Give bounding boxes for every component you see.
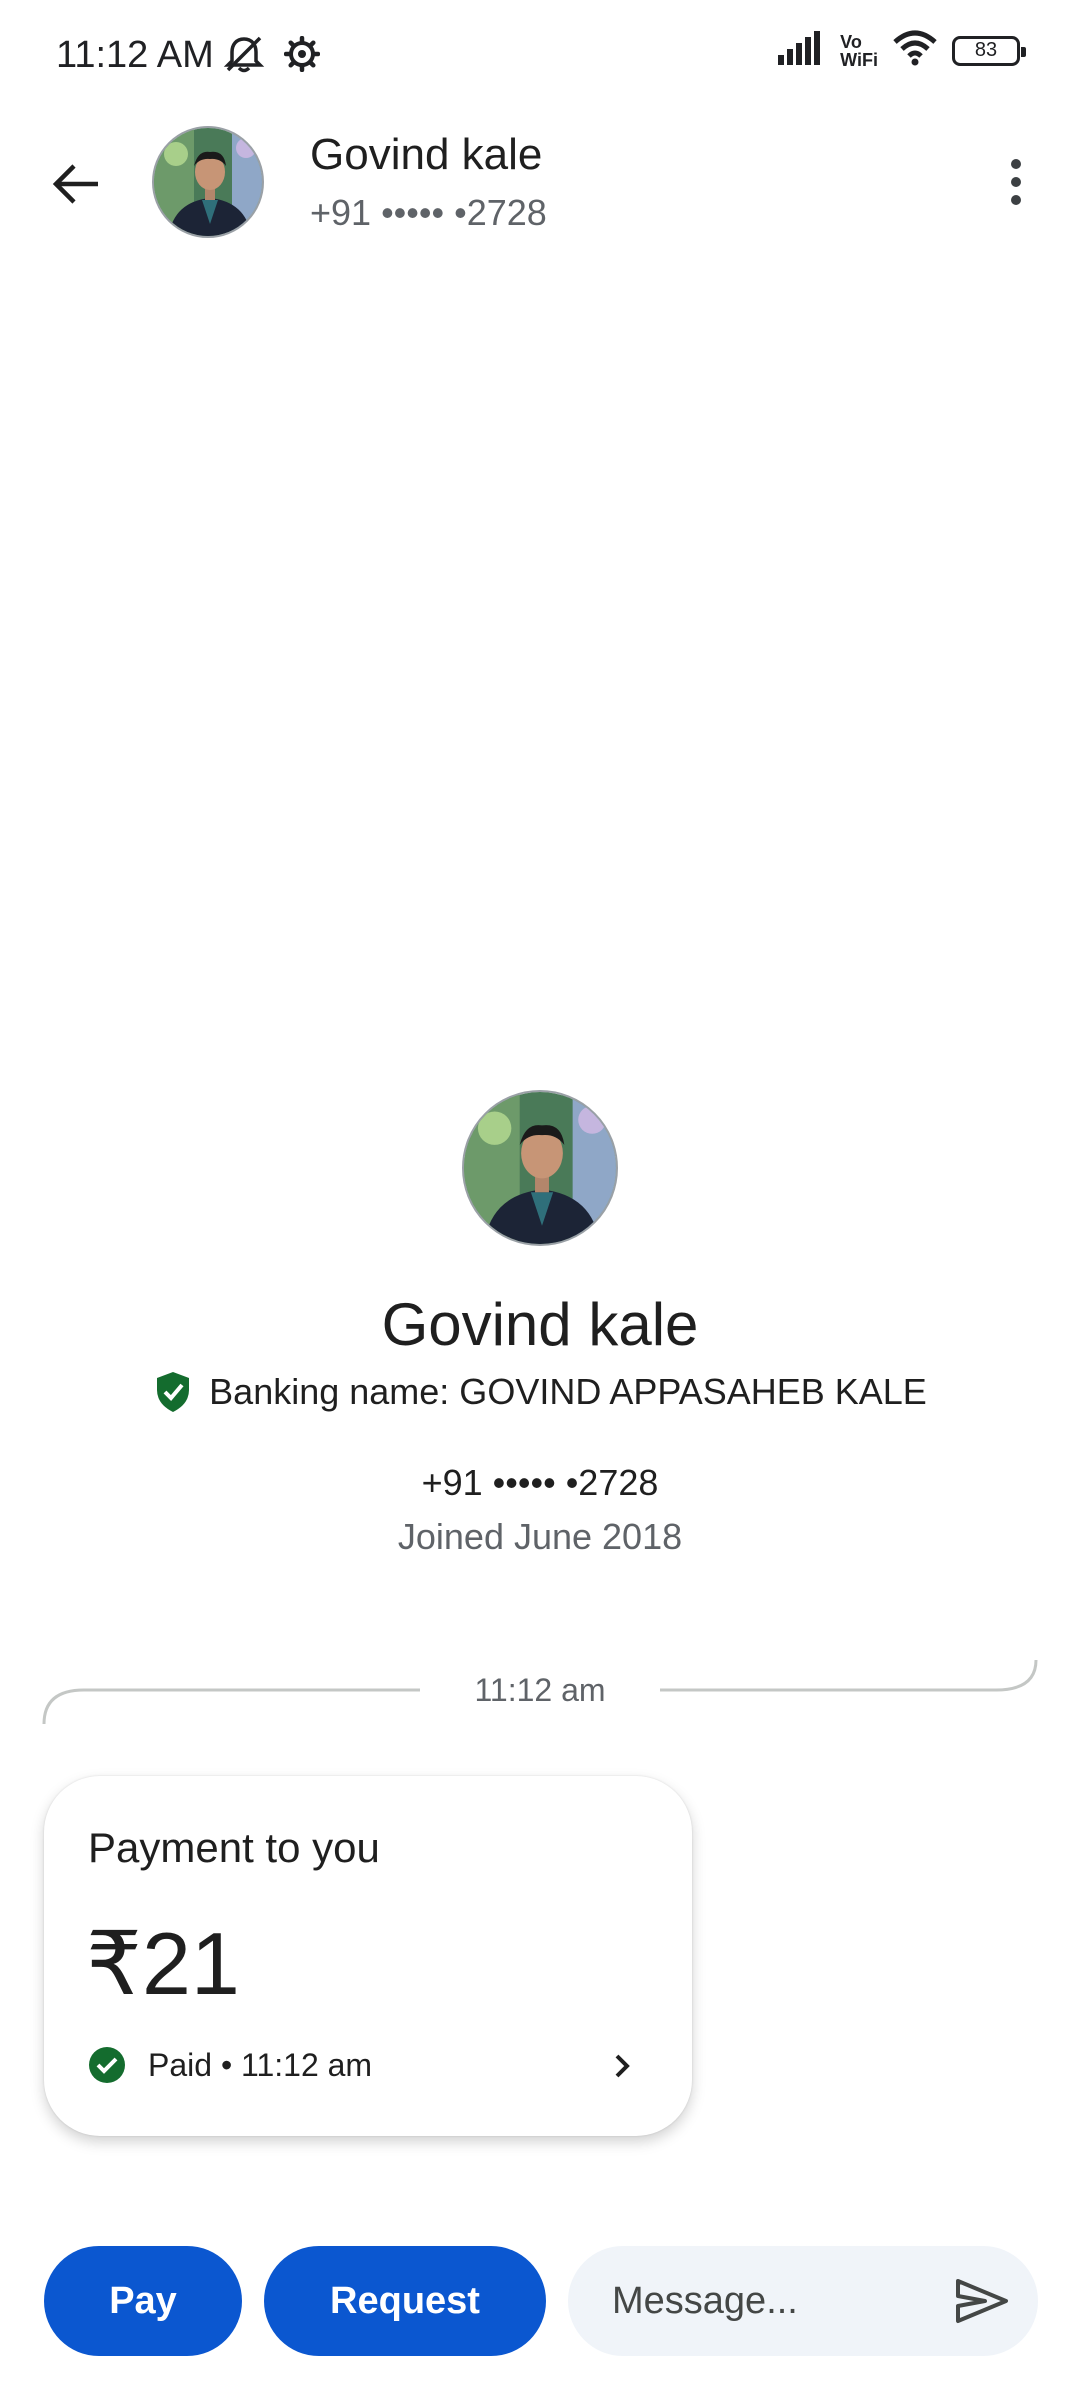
signal-bars-icon xyxy=(776,31,826,70)
payment-card-title: Payment to you xyxy=(88,1824,380,1871)
settings-gear-icon xyxy=(283,35,321,77)
pay-button[interactable]: Pay xyxy=(44,2246,242,2356)
send-button[interactable] xyxy=(954,2273,1010,2329)
payment-card[interactable]: Payment to you ₹21 Paid • 11:12 am xyxy=(44,1776,692,2136)
profile-photo-large xyxy=(464,1092,616,1244)
request-button[interactable]: Request xyxy=(264,2246,546,2356)
divider-time: 11:12 am xyxy=(420,1672,660,1709)
send-icon xyxy=(956,2279,1008,2323)
chevron-right-icon xyxy=(615,2054,630,2078)
chat-screen: 11:12 AM Vo WiFi 83 Govind kale +91 ••••… xyxy=(0,0,1080,2400)
more-vert-icon-dot xyxy=(1011,177,1021,187)
more-vert-icon-dot xyxy=(1011,195,1021,205)
payment-status: Paid • 11:12 am xyxy=(148,2046,373,2083)
message-input[interactable] xyxy=(612,2246,932,2356)
banking-name: Banking name: GOVIND APPASAHEB KALE xyxy=(209,1371,927,1412)
joined-date: Joined June 2018 xyxy=(397,1516,683,1557)
banking-name-row: Banking name: GOVIND APPASAHEB KALE xyxy=(0,1370,1080,1414)
payment-amount: ₹21 xyxy=(86,1914,240,2013)
wifi-icon xyxy=(892,30,938,71)
back-button[interactable] xyxy=(44,152,108,216)
muted-bell-icon xyxy=(222,34,266,79)
header-contact-phone: +91 ••••• •2728 xyxy=(310,192,547,233)
vowifi-label: Vo WiFi xyxy=(840,33,878,69)
profile-name: Govind kale xyxy=(381,1291,699,1358)
avatar[interactable] xyxy=(152,126,264,238)
status-left-icons xyxy=(222,34,321,79)
vowifi-bottom: WiFi xyxy=(840,49,878,70)
header-contact-name: Govind kale xyxy=(310,130,543,179)
profile-avatar[interactable] xyxy=(462,1090,618,1246)
status-bar: 11:12 AM Vo WiFi 83 xyxy=(0,0,1080,112)
check-circle-icon xyxy=(89,2047,125,2083)
status-right-icons: Vo WiFi 83 xyxy=(776,30,1026,71)
arrow-back-icon xyxy=(52,164,98,204)
more-options-button[interactable] xyxy=(992,150,1040,214)
chat-header: Govind kale +91 ••••• •2728 xyxy=(0,112,1080,252)
verified-shield-icon xyxy=(157,1372,190,1412)
vowifi-top: Vo xyxy=(840,31,862,52)
status-time: 11:12 AM xyxy=(56,34,214,76)
battery-icon: 83 xyxy=(952,35,1026,66)
profile-photo xyxy=(154,128,262,236)
payment-status-row: Paid • 11:12 am xyxy=(88,2046,372,2084)
more-vert-icon-dot xyxy=(1011,159,1021,169)
profile-phone: +91 ••••• •2728 xyxy=(421,1462,659,1503)
message-box xyxy=(568,2246,1038,2356)
